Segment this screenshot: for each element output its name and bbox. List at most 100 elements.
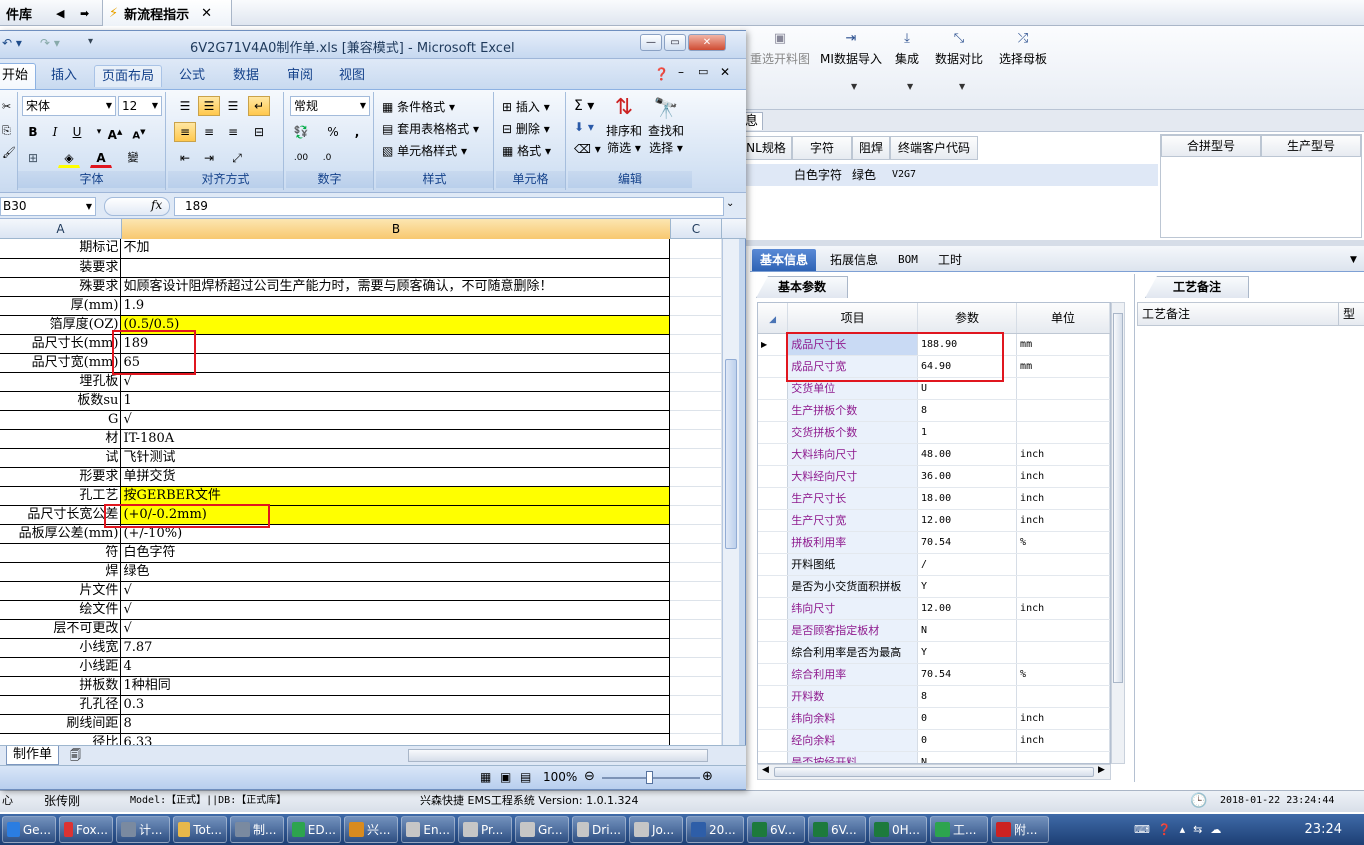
cell-c[interactable]	[669, 562, 722, 582]
row-header[interactable]	[758, 707, 789, 730]
table-format-button[interactable]: ▤ 套用表格格式 ▾	[382, 120, 479, 137]
cell-a[interactable]: 品尺寸长宽公差	[0, 505, 122, 525]
cell-c[interactable]	[669, 524, 722, 544]
cell-c[interactable]	[669, 733, 722, 745]
customize-qat-icon[interactable]: ▾	[88, 36, 93, 47]
tab-basic-info[interactable]: 基本信息	[752, 249, 817, 271]
cell-a[interactable]: 品板厚公差(mm)	[0, 524, 122, 544]
cell-b[interactable]: 4	[120, 657, 671, 677]
taskbar-item[interactable]: 制...	[230, 816, 284, 843]
table-row[interactable]: 纬向余料 0 inch	[758, 707, 1110, 730]
params-vscroll[interactable]	[1111, 302, 1125, 764]
format-cells-button[interactable]: ▦ 格式 ▾	[502, 142, 551, 159]
taskbar-item[interactable]: Jo...	[629, 816, 683, 843]
font-color-icon[interactable]: A	[90, 148, 112, 168]
cell-b[interactable]: 1	[120, 391, 671, 411]
cell-b[interactable]: 飞针测试	[120, 448, 671, 468]
help-icon[interactable]: ❓	[654, 67, 669, 81]
cell-a[interactable]: 拼板数	[0, 676, 122, 696]
table-row[interactable]: 白色字符 绿色 V2G7	[740, 164, 1158, 186]
tab-insert[interactable]: 插入	[44, 65, 84, 87]
cell-a[interactable]: 箔厚度(OZ)	[0, 315, 122, 335]
cell-c[interactable]	[669, 467, 722, 487]
orientation-icon[interactable]: ⤢	[226, 148, 248, 168]
table-row[interactable]: 经向余料 0 inch	[758, 729, 1110, 752]
wrap-text-icon[interactable]: ↵	[248, 96, 270, 116]
formula-input[interactable]: 189	[174, 197, 724, 216]
cell-c[interactable]	[669, 372, 722, 392]
table-row[interactable]: 是否顾客指定板材 N	[758, 619, 1110, 642]
cell-a[interactable]: 焊	[0, 562, 122, 582]
cell-b[interactable]: 绿色	[120, 562, 671, 582]
table-row[interactable]: 综合利用率 70.54%	[758, 663, 1110, 686]
row-header[interactable]	[758, 619, 789, 642]
worksheet-grid[interactable]: 期标记 不加 装要求 殊要求 如顾客设计阻焊桥超过公司生产能力时，需要与顾客确认，不可随…	[0, 239, 722, 745]
comma-icon[interactable]: ,	[346, 122, 368, 142]
table-row[interactable]: 成品尺寸宽 64.90 mm	[758, 355, 1110, 378]
scroll-thumb[interactable]	[725, 359, 737, 549]
help-icon[interactable]: ❓	[1158, 823, 1172, 836]
fill-icon[interactable]: ⬇ ▾	[574, 120, 594, 134]
cell-c[interactable]	[669, 277, 722, 297]
row-header[interactable]	[758, 509, 789, 532]
cell-b[interactable]: 1.9	[120, 296, 671, 316]
row-header[interactable]	[758, 641, 789, 664]
bold-button[interactable]: B	[22, 122, 44, 142]
cell-c[interactable]	[669, 581, 722, 601]
zoom-slider-thumb[interactable]	[646, 771, 653, 784]
col-header-prod-model[interactable]: 生产型号	[1261, 135, 1361, 157]
taskbar-item[interactable]: Dri...	[572, 816, 626, 843]
col-header-a[interactable]: A	[0, 219, 122, 239]
param-value[interactable]: 0	[917, 729, 1018, 752]
cell-c[interactable]	[669, 334, 722, 354]
table-row[interactable]: 是否按经开料 N	[758, 751, 1110, 763]
format-painter-icon[interactable]: 🖌	[2, 146, 16, 159]
taskbar-item[interactable]: 6V...	[808, 816, 866, 843]
row-header[interactable]	[758, 575, 789, 598]
taskbar-item[interactable]: 0H...	[869, 816, 927, 843]
col-header-param[interactable]: 参数	[917, 303, 1018, 334]
integrate-button[interactable]: ⤓ 集成 ▼	[890, 28, 924, 91]
cell-c[interactable]	[669, 239, 722, 259]
cell-c[interactable]	[669, 429, 722, 449]
table-row[interactable]: 交货单位 U	[758, 377, 1110, 400]
insert-sheet-icon[interactable]: 🗐	[70, 747, 81, 766]
align-right-icon[interactable]: ≡	[222, 122, 244, 142]
subtab-process-notes[interactable]: 工艺备注	[1145, 276, 1249, 298]
reselect-cut-button[interactable]: ▣ 重选开料图	[748, 28, 812, 67]
cell-styles-button[interactable]: ▧ 单元格样式 ▾	[382, 142, 467, 159]
cell-c[interactable]	[669, 657, 722, 677]
param-value[interactable]: 8	[917, 685, 1018, 708]
phonetic-icon[interactable]: 變	[122, 148, 144, 168]
col-header-merge[interactable]: 合拼型号	[1161, 135, 1261, 157]
insert-cells-button[interactable]: ⊞ 插入 ▾	[502, 98, 550, 115]
table-row[interactable]: 生产尺寸宽 12.00 inch	[758, 509, 1110, 532]
cell-b[interactable]: 不加	[120, 239, 671, 259]
cell-a[interactable]: 埋孔板	[0, 372, 122, 392]
row-header[interactable]	[758, 553, 789, 576]
param-value[interactable]: 70.54	[917, 663, 1018, 686]
indent-decrease-icon[interactable]: ⇤	[174, 148, 196, 168]
scroll-right-icon[interactable]: ▶	[1098, 765, 1105, 775]
font-size-select[interactable]: 12 ▼	[118, 96, 162, 116]
cell-a[interactable]: 符	[0, 543, 122, 563]
name-box[interactable]: B30 ▼	[0, 197, 96, 216]
network-icon[interactable]: ⇆	[1193, 823, 1202, 836]
param-value[interactable]: 12.00	[917, 509, 1018, 532]
increase-decimal-icon[interactable]: .00	[290, 148, 312, 168]
cell-c[interactable]	[669, 258, 722, 278]
param-value[interactable]: /	[917, 553, 1018, 576]
param-value[interactable]: N	[917, 619, 1018, 642]
find-select-button[interactable]: 🔭 查找和 选择 ▾	[646, 94, 686, 156]
taskbar-item[interactable]: 20...	[686, 816, 744, 843]
param-value[interactable]: N	[917, 751, 1018, 763]
tab-review[interactable]: 审阅	[280, 65, 320, 87]
border-icon[interactable]: ⊞	[22, 148, 44, 168]
cell-a[interactable]: G	[0, 410, 122, 430]
taskbar-clock[interactable]: 23:24	[1305, 822, 1342, 837]
data-compare-button[interactable]: ⤡ 数据对比 ▼	[932, 28, 986, 91]
tab-home[interactable]: 开始	[0, 63, 37, 89]
taskbar-item[interactable]: ED...	[287, 816, 341, 843]
zoom-level[interactable]: 100%	[543, 770, 577, 784]
tab-prev-icon[interactable]: ◀	[50, 0, 72, 26]
